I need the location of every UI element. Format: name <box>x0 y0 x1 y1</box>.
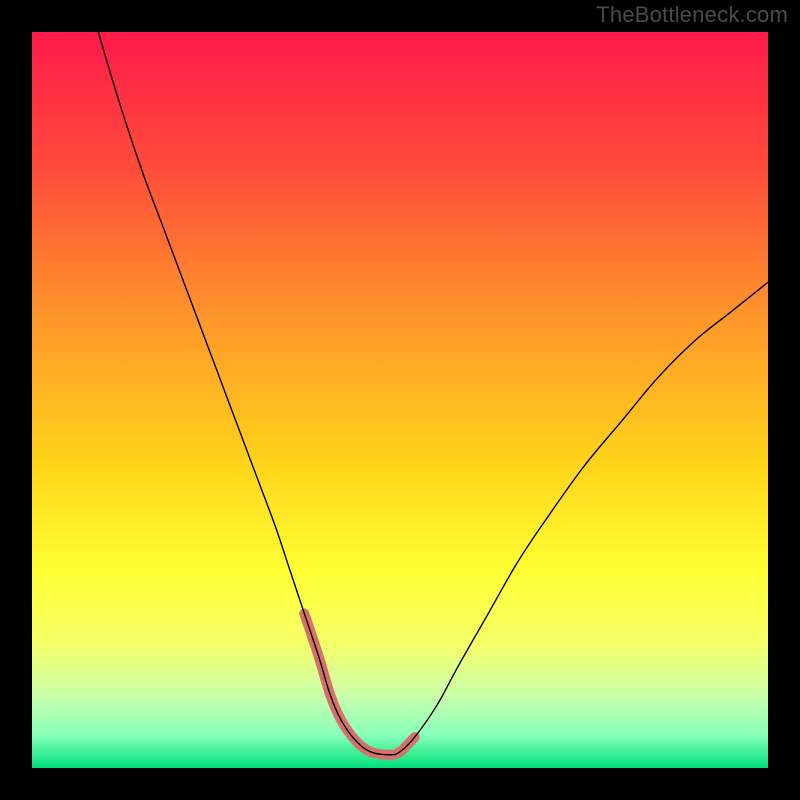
chart-frame: TheBottleneck.com <box>0 0 800 800</box>
watermark-text: TheBottleneck.com <box>596 2 788 28</box>
gradient-background <box>32 32 768 768</box>
bottleneck-chart <box>0 0 800 800</box>
